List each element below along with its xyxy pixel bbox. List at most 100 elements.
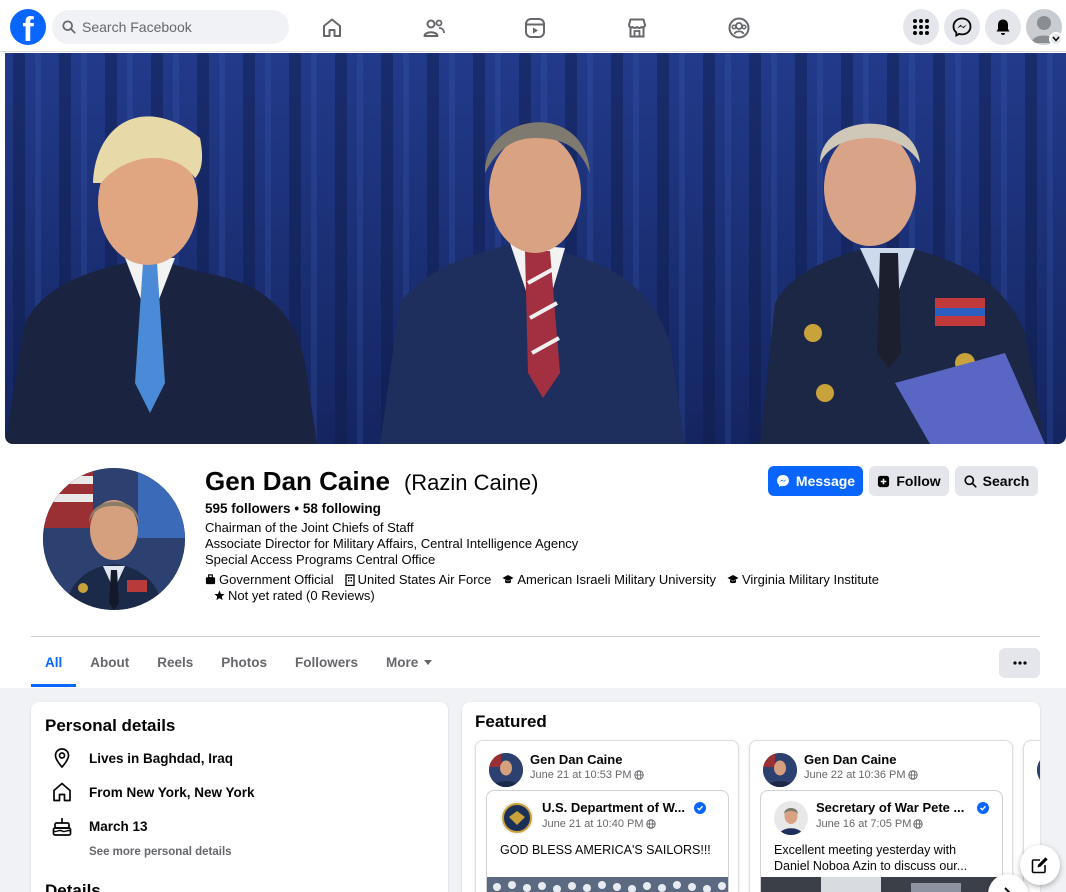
compose-message-button[interactable] [1020, 845, 1060, 885]
marketplace-icon[interactable] [623, 14, 651, 42]
star-icon [214, 590, 225, 601]
tab-photos[interactable]: Photos [207, 637, 281, 687]
post-date-text: June 21 at 10:53 PM [530, 769, 632, 781]
search-input[interactable] [82, 19, 272, 35]
globe-icon [645, 819, 656, 829]
bio-line: Chairman of the Joint Chiefs of Staff [205, 520, 414, 535]
search-icon [62, 20, 76, 34]
followers-link[interactable]: 595 followers [205, 501, 291, 516]
stats-separator: • [294, 501, 300, 516]
shared-post-image[interactable] [487, 877, 728, 892]
caret-down-icon [424, 659, 433, 665]
more-options-button[interactable] [999, 648, 1040, 678]
profile-tabs: All About Reels Photos Followers More [31, 637, 446, 687]
follow-icon [877, 475, 890, 488]
chip-label: American Israeli Military University [517, 572, 716, 587]
bio-line: Associate Director for Military Affairs,… [205, 536, 579, 551]
post-date-text: June 22 at 10:36 PM [804, 769, 906, 781]
personal-details-card: Personal details Lives in Baghdad, Iraq … [31, 702, 448, 892]
verified-badge-icon [977, 802, 989, 814]
compose-icon [1031, 856, 1049, 874]
chip-label: United States Air Force [357, 572, 492, 587]
author-avatar[interactable] [763, 753, 797, 787]
bio-line: Special Access Programs Central Office [205, 552, 436, 567]
shared-post-image[interactable] [761, 877, 1002, 892]
profile-picture[interactable] [41, 466, 187, 612]
follow-stats: 595 followers • 58 following [205, 501, 381, 516]
location-pin-icon [51, 747, 73, 769]
verified-badge-icon [694, 802, 706, 814]
shared-author-name[interactable]: Secretary of War Pete ... [816, 800, 966, 815]
featured-post-card[interactable]: Gen Dan Caine June 21 at 10:53 PM U.S. D… [475, 740, 739, 892]
facebook-logo[interactable]: f [10, 9, 46, 45]
messenger-icon [776, 474, 790, 488]
see-more-personal-details-link[interactable]: See more personal details [89, 846, 232, 858]
tab-all[interactable]: All [31, 637, 77, 687]
message-button-label: Message [795, 473, 856, 489]
chevron-right-icon [1003, 887, 1013, 892]
chevron-down-icon[interactable] [1049, 32, 1063, 46]
chip-label: Government Official [219, 572, 334, 587]
video-icon[interactable] [521, 14, 549, 42]
details-heading: Details [45, 881, 101, 892]
info-chip: Government Official [205, 572, 334, 587]
shared-post[interactable]: Secretary of War Pete ... June 16 at 7:0… [760, 790, 1003, 892]
cover-photo[interactable] [5, 53, 1066, 444]
post-author[interactable]: Gen Dan Caine [530, 752, 622, 767]
tab-about[interactable]: About [76, 637, 143, 687]
messenger-icon[interactable] [944, 9, 980, 45]
search-button[interactable]: Search [955, 466, 1038, 496]
shared-author-avatar[interactable] [500, 801, 534, 835]
shared-post-date-text: June 16 at 7:05 PM [816, 818, 912, 830]
detail-text: Lives in Baghdad, Iraq [89, 750, 234, 766]
post-date[interactable]: June 21 at 10:53 PM [530, 769, 644, 781]
search-button-label: Search [982, 473, 1030, 489]
shared-post-date[interactable]: June 21 at 10:40 PM [542, 818, 656, 830]
graduation-cap-icon [727, 574, 739, 585]
profile-info-chips: Government Official United States Air Fo… [205, 572, 879, 587]
graduation-cap-icon [502, 574, 514, 585]
top-navigation-bar: f [0, 0, 1066, 52]
shared-post-text: GOD BLESS AMERICA'S SAILORS!!! [500, 843, 711, 857]
shared-author-avatar[interactable] [774, 801, 808, 835]
shared-author-name[interactable]: U.S. Department of W... [542, 800, 692, 815]
building-icon [344, 573, 355, 586]
rating-label: Not yet rated (0 Reviews) [228, 588, 375, 603]
personal-details-title: Personal details [45, 716, 176, 735]
info-chip[interactable]: Virginia Military Institute [727, 572, 879, 587]
groups-icon[interactable] [725, 14, 753, 42]
featured-post-card[interactable]: Gen Dan Caine June 22 at 10:36 PM Secret… [749, 740, 1013, 892]
post-date[interactable]: June 22 at 10:36 PM [804, 769, 918, 781]
author-avatar[interactable] [489, 753, 523, 787]
tab-followers[interactable]: Followers [281, 637, 372, 687]
follow-button[interactable]: Follow [869, 466, 949, 496]
post-author[interactable]: Gen Dan Caine [804, 752, 896, 767]
featured-title: Featured [475, 712, 547, 731]
profile-name: Gen Dan Caine [205, 466, 390, 496]
friends-icon[interactable] [420, 14, 448, 42]
globe-icon [907, 770, 918, 780]
notifications-icon[interactable] [985, 9, 1021, 45]
shared-post-date[interactable]: June 16 at 7:05 PM [816, 818, 924, 830]
personal-detail-row: From New York, New York [51, 781, 255, 803]
message-button[interactable]: Message [768, 466, 863, 496]
detail-text: From New York, New York [89, 784, 255, 800]
home-icon[interactable] [318, 14, 346, 42]
follow-button-label: Follow [896, 473, 941, 489]
personal-detail-row: March 13 [51, 815, 148, 837]
rating-info[interactable]: Not yet rated (0 Reviews) [214, 588, 375, 603]
tab-reels[interactable]: Reels [143, 637, 207, 687]
search-box[interactable] [52, 10, 289, 44]
search-icon [964, 474, 977, 488]
info-chip[interactable]: American Israeli Military University [502, 572, 716, 587]
shared-post[interactable]: U.S. Department of W... June 21 at 10:40… [486, 790, 729, 892]
detail-text: March 13 [89, 818, 148, 834]
chip-label: Virginia Military Institute [741, 572, 880, 587]
shared-post-date-text: June 21 at 10:40 PM [542, 818, 644, 830]
author-avatar[interactable] [1037, 753, 1040, 787]
info-chip[interactable]: United States Air Force [344, 572, 492, 587]
menu-grid-icon[interactable] [903, 9, 939, 45]
tab-more-label: More [386, 654, 419, 670]
tab-more[interactable]: More [372, 637, 446, 687]
following-link[interactable]: 58 following [303, 501, 381, 516]
